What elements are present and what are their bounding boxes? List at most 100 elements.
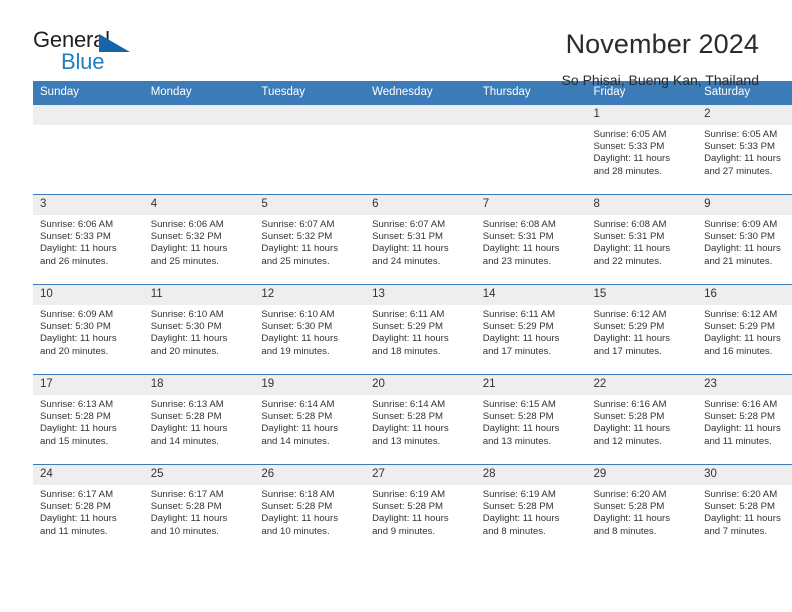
day-details: Sunrise: 6:13 AM Sunset: 5:28 PM Dayligh… — [144, 395, 255, 448]
sunrise-sunset-calendar: Sunday Monday Tuesday Wednesday Thursday… — [33, 81, 792, 554]
day-details: Sunrise: 6:12 AM Sunset: 5:29 PM Dayligh… — [586, 305, 697, 358]
day-number: 23 — [697, 375, 792, 395]
sunrise-text: Sunrise: 6:10 AM — [150, 309, 224, 320]
daylight-text-line2: and 26 minutes. — [40, 255, 109, 267]
day-cell[interactable]: 10 Sunrise: 6:09 AM Sunset: 5:30 PM Dayl… — [33, 284, 144, 375]
day-number: 13 — [365, 285, 476, 305]
day-cell[interactable] — [475, 104, 587, 195]
day-number: 16 — [697, 285, 792, 305]
day-cell[interactable]: 8 Sunrise: 6:08 AM Sunset: 5:31 PM Dayli… — [586, 194, 698, 285]
sunset-text: Sunset: 5:29 PM — [704, 321, 776, 333]
day-number — [143, 105, 255, 125]
daylight-text-line2: and 11 minutes. — [704, 435, 772, 447]
day-number: 11 — [143, 285, 255, 305]
daylight-text-line1: Daylight: 11 hours — [372, 333, 449, 345]
day-details: Sunrise: 6:05 AM Sunset: 5:33 PM Dayligh… — [697, 125, 792, 178]
daylight-text-line1: Daylight: 11 hours — [261, 243, 338, 255]
sunset-text: Sunset: 5:29 PM — [593, 321, 665, 333]
general-blue-logo[interactable]: General Blue — [33, 28, 143, 74]
sunset-text: Sunset: 5:31 PM — [593, 231, 665, 243]
day-cell[interactable]: 17 Sunrise: 6:13 AM Sunset: 5:28 PM Dayl… — [33, 374, 144, 465]
day-cell[interactable]: 6 Sunrise: 6:07 AM Sunset: 5:31 PM Dayli… — [365, 194, 476, 285]
daylight-text-line1: Daylight: 11 hours — [372, 513, 449, 525]
page-header: General Blue November 2024 So Phisai, Bu… — [33, 0, 759, 89]
daylight-text-line1: Daylight: 11 hours — [261, 333, 338, 345]
daylight-text-line2: and 15 minutes. — [40, 435, 109, 447]
sunset-text: Sunset: 5:30 PM — [704, 231, 776, 243]
sunrise-text: Sunrise: 6:11 AM — [372, 309, 445, 320]
day-cell[interactable]: 30 Sunrise: 6:20 AM Sunset: 5:28 PM Dayl… — [697, 464, 792, 554]
day-details: Sunrise: 6:10 AM Sunset: 5:30 PM Dayligh… — [254, 305, 365, 358]
day-details: Sunrise: 6:07 AM Sunset: 5:31 PM Dayligh… — [365, 215, 476, 268]
day-cell[interactable] — [365, 104, 476, 195]
day-cell[interactable]: 15 Sunrise: 6:12 AM Sunset: 5:29 PM Dayl… — [586, 284, 698, 375]
sunset-text: Sunset: 5:29 PM — [372, 321, 443, 333]
day-cell[interactable]: 22 Sunrise: 6:16 AM Sunset: 5:28 PM Dayl… — [586, 374, 698, 465]
day-cell[interactable]: 25 Sunrise: 6:17 AM Sunset: 5:28 PM Dayl… — [143, 464, 255, 554]
daylight-text-line2: and 18 minutes. — [372, 345, 441, 357]
daylight-text-line2: and 27 minutes. — [704, 165, 773, 177]
daylight-text-line1: Daylight: 11 hours — [593, 333, 671, 345]
day-cell[interactable]: 20 Sunrise: 6:14 AM Sunset: 5:28 PM Dayl… — [365, 374, 476, 465]
sunset-text: Sunset: 5:28 PM — [261, 501, 333, 513]
day-cell[interactable]: 21 Sunrise: 6:15 AM Sunset: 5:28 PM Dayl… — [475, 374, 587, 465]
day-details: Sunrise: 6:10 AM Sunset: 5:30 PM Dayligh… — [144, 305, 255, 358]
day-number: 29 — [586, 465, 698, 485]
day-cell[interactable]: 27 Sunrise: 6:19 AM Sunset: 5:28 PM Dayl… — [365, 464, 476, 554]
daylight-text-line2: and 10 minutes. — [150, 525, 219, 537]
day-cell[interactable]: 12 Sunrise: 6:10 AM Sunset: 5:30 PM Dayl… — [254, 284, 366, 375]
day-details: Sunrise: 6:17 AM Sunset: 5:28 PM Dayligh… — [33, 485, 144, 538]
daylight-text-line2: and 8 minutes. — [482, 525, 546, 537]
day-details: Sunrise: 6:08 AM Sunset: 5:31 PM Dayligh… — [476, 215, 587, 268]
day-cell[interactable] — [143, 104, 255, 195]
sunset-text: Sunset: 5:28 PM — [40, 501, 111, 513]
day-cell[interactable]: 19 Sunrise: 6:14 AM Sunset: 5:28 PM Dayl… — [254, 374, 366, 465]
week-row: 17 Sunrise: 6:13 AM Sunset: 5:28 PM Dayl… — [33, 374, 792, 465]
day-details: Sunrise: 6:14 AM Sunset: 5:28 PM Dayligh… — [254, 395, 365, 448]
day-cell[interactable]: 26 Sunrise: 6:18 AM Sunset: 5:28 PM Dayl… — [254, 464, 366, 554]
day-cell[interactable]: 11 Sunrise: 6:10 AM Sunset: 5:30 PM Dayl… — [143, 284, 255, 375]
day-details — [33, 125, 144, 129]
day-cell[interactable]: 1 Sunrise: 6:05 AM Sunset: 5:33 PM Dayli… — [586, 104, 698, 195]
weekday-header-sunday: Sunday — [33, 81, 144, 105]
daylight-text-line1: Daylight: 11 hours — [40, 423, 117, 435]
sunset-text: Sunset: 5:28 PM — [482, 501, 554, 513]
day-cell[interactable]: 3 Sunrise: 6:06 AM Sunset: 5:33 PM Dayli… — [33, 194, 144, 285]
day-details: Sunrise: 6:13 AM Sunset: 5:28 PM Dayligh… — [33, 395, 144, 448]
daylight-text-line2: and 7 minutes. — [704, 525, 768, 537]
day-cell[interactable]: 18 Sunrise: 6:13 AM Sunset: 5:28 PM Dayl… — [143, 374, 255, 465]
day-cell[interactable]: 16 Sunrise: 6:12 AM Sunset: 5:29 PM Dayl… — [697, 284, 792, 375]
day-cell[interactable]: 13 Sunrise: 6:11 AM Sunset: 5:29 PM Dayl… — [365, 284, 476, 375]
day-cell[interactable]: 24 Sunrise: 6:17 AM Sunset: 5:28 PM Dayl… — [33, 464, 144, 554]
day-cell[interactable] — [254, 104, 366, 195]
day-cell[interactable]: 29 Sunrise: 6:20 AM Sunset: 5:28 PM Dayl… — [586, 464, 698, 554]
day-number: 19 — [254, 375, 366, 395]
day-cell[interactable]: 23 Sunrise: 6:16 AM Sunset: 5:28 PM Dayl… — [697, 374, 792, 465]
week-row: 3 Sunrise: 6:06 AM Sunset: 5:33 PM Dayli… — [33, 194, 792, 285]
day-cell[interactable]: 28 Sunrise: 6:19 AM Sunset: 5:28 PM Dayl… — [475, 464, 587, 554]
daylight-text-line1: Daylight: 11 hours — [150, 513, 228, 525]
sunrise-text: Sunrise: 6:13 AM — [40, 399, 114, 410]
daylight-text-line2: and 28 minutes. — [593, 165, 662, 177]
sunset-text: Sunset: 5:33 PM — [593, 141, 665, 153]
day-details — [365, 125, 476, 129]
day-cell[interactable]: 9 Sunrise: 6:09 AM Sunset: 5:30 PM Dayli… — [697, 194, 792, 285]
sunset-text: Sunset: 5:28 PM — [40, 411, 111, 423]
daylight-text-line2: and 17 minutes. — [593, 345, 662, 357]
daylight-text-line2: and 25 minutes. — [150, 255, 219, 267]
sunrise-text: Sunrise: 6:08 AM — [593, 219, 667, 230]
sunrise-text: Sunrise: 6:07 AM — [261, 219, 335, 230]
daylight-text-line2: and 13 minutes. — [372, 435, 441, 447]
day-details: Sunrise: 6:20 AM Sunset: 5:28 PM Dayligh… — [586, 485, 697, 538]
daylight-text-line2: and 8 minutes. — [593, 525, 657, 537]
day-cell[interactable]: 5 Sunrise: 6:07 AM Sunset: 5:32 PM Dayli… — [254, 194, 366, 285]
day-cell[interactable]: 7 Sunrise: 6:08 AM Sunset: 5:31 PM Dayli… — [475, 194, 587, 285]
day-details: Sunrise: 6:19 AM Sunset: 5:28 PM Dayligh… — [365, 485, 476, 538]
day-cell[interactable]: 4 Sunrise: 6:06 AM Sunset: 5:32 PM Dayli… — [143, 194, 255, 285]
sunset-text: Sunset: 5:28 PM — [372, 411, 443, 423]
day-cell[interactable]: 2 Sunrise: 6:05 AM Sunset: 5:33 PM Dayli… — [697, 104, 792, 195]
day-cell[interactable]: 14 Sunrise: 6:11 AM Sunset: 5:29 PM Dayl… — [475, 284, 587, 375]
day-number — [365, 105, 476, 125]
daylight-text-line1: Daylight: 11 hours — [593, 423, 671, 435]
day-cell[interactable] — [33, 104, 144, 195]
